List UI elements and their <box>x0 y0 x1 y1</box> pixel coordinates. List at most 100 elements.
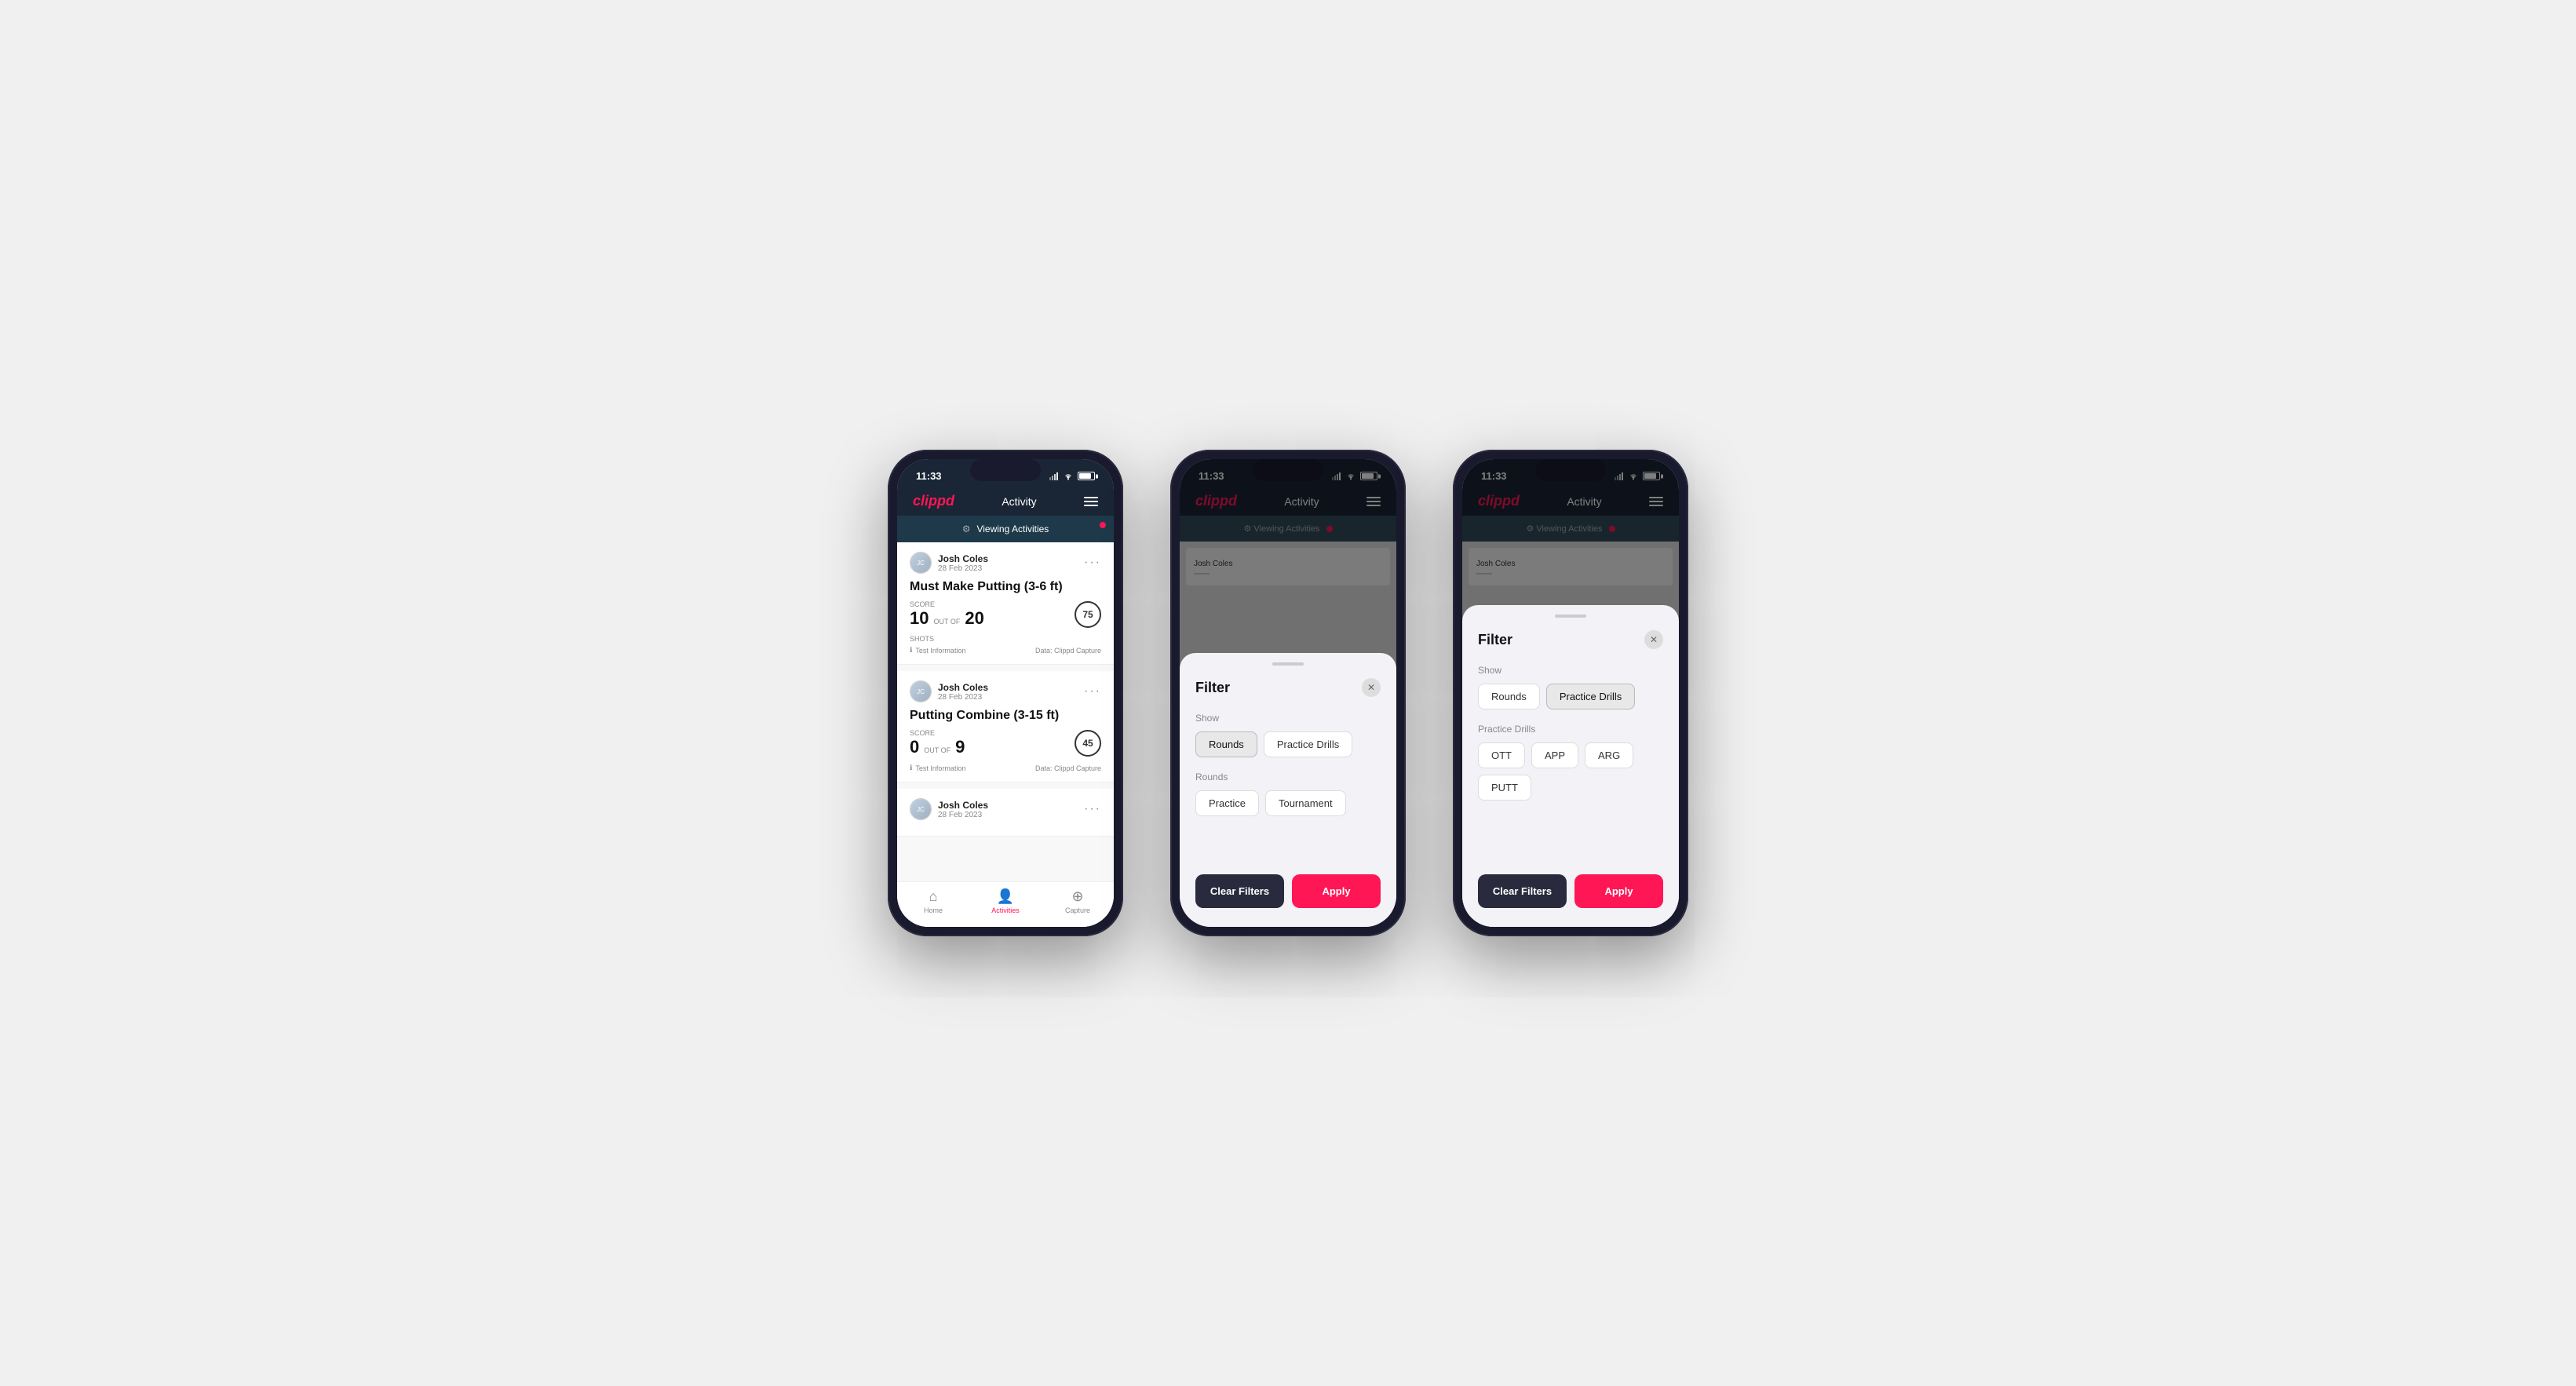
home-icon: ⌂ <box>929 888 938 905</box>
nav-bar-1: clippd Activity <box>897 487 1114 516</box>
nav-home[interactable]: ⌂ Home <box>897 888 969 914</box>
capture-icon: ⊕ <box>1071 888 1083 905</box>
rounds-chips-2: Practice Tournament <box>1195 790 1381 816</box>
battery-icon <box>1078 472 1095 480</box>
screen-1: 11:33 <box>897 459 1114 927</box>
phone-2: 11:33 <box>1170 450 1406 936</box>
filter-title-3: Filter <box>1478 632 1512 648</box>
drills-chips-3: OTT APP ARG PUTT <box>1478 742 1663 801</box>
activity-list: JC Josh Coles 28 Feb 2023 ··· Must Make … <box>897 542 1114 881</box>
score-value-1: 10 <box>910 608 929 629</box>
activity-card-1[interactable]: JC Josh Coles 28 Feb 2023 ··· Must Make … <box>897 542 1114 665</box>
sheet-handle-3 <box>1555 615 1586 618</box>
filter-overlay-3: Filter ✕ Show Rounds Practice Drills Pra… <box>1462 459 1679 927</box>
user-date-3: 28 Feb 2023 <box>938 811 988 819</box>
activity-title-2: Putting Combine (3-15 ft) <box>910 709 1101 723</box>
viewing-bar-text-1: Viewing Activities <box>976 523 1049 534</box>
nav-activities[interactable]: 👤 Activities <box>969 888 1042 914</box>
user-info-1: JC Josh Coles 28 Feb 2023 <box>910 552 988 574</box>
score-value-2: 0 <box>910 737 919 757</box>
viewing-bar-1[interactable]: ⚙ Viewing Activities <box>897 516 1114 542</box>
screen-3: 11:33 <box>1462 459 1679 927</box>
sheet-header-2: Filter ✕ <box>1195 678 1381 697</box>
rounds-chip-3[interactable]: Rounds <box>1478 684 1540 709</box>
tournament-chip-2[interactable]: Tournament <box>1265 790 1346 816</box>
apply-button-3[interactable]: Apply <box>1574 874 1663 908</box>
screen-2: 11:33 <box>1180 459 1396 927</box>
arg-chip-3[interactable]: ARG <box>1585 742 1633 768</box>
out-of-2: OUT OF <box>924 746 950 754</box>
show-chips-2: Rounds Practice Drills <box>1195 731 1381 757</box>
activities-icon: 👤 <box>997 888 1014 905</box>
user-name-1: Josh Coles <box>938 553 988 564</box>
user-info-2: JC Josh Coles 28 Feb 2023 <box>910 680 988 702</box>
activity-card-3[interactable]: JC Josh Coles 28 Feb 2023 ··· <box>897 789 1114 837</box>
activity-card-2[interactable]: JC Josh Coles 28 Feb 2023 ··· Putting Co… <box>897 671 1114 782</box>
card-footer-1: ℹ Test Information Data: Clippd Capture <box>910 646 1101 655</box>
clear-filters-button-2[interactable]: Clear Filters <box>1195 874 1284 908</box>
user-date-1: 28 Feb 2023 <box>938 564 988 573</box>
scene: 11:33 <box>841 403 1735 983</box>
filter-title-2: Filter <box>1195 680 1230 696</box>
more-button-3[interactable]: ··· <box>1084 802 1101 816</box>
wifi-icon <box>1063 472 1074 480</box>
shot-quality-badge-2: 45 <box>1075 730 1101 757</box>
user-name-2: Josh Coles <box>938 682 988 693</box>
phone-3: 11:33 <box>1453 450 1688 936</box>
user-name-3: Josh Coles <box>938 800 988 811</box>
more-button-2[interactable]: ··· <box>1084 684 1101 698</box>
close-button-2[interactable]: ✕ <box>1362 678 1381 697</box>
filter-actions-3: Clear Filters Apply <box>1478 874 1663 908</box>
show-chips-3: Rounds Practice Drills <box>1478 684 1663 709</box>
nav-capture-label: Capture <box>1065 906 1090 914</box>
test-info-1: ℹ Test Information <box>910 646 965 655</box>
putt-chip-3[interactable]: PUTT <box>1478 775 1531 801</box>
card-header-3: JC Josh Coles 28 Feb 2023 ··· <box>910 798 1101 820</box>
signal-icon <box>1049 472 1059 480</box>
shot-quality-badge-1: 75 <box>1075 601 1101 628</box>
close-button-3[interactable]: ✕ <box>1644 630 1663 649</box>
dynamic-island-1 <box>970 459 1041 481</box>
test-info-2: ℹ Test Information <box>910 764 965 772</box>
apply-button-2[interactable]: Apply <box>1292 874 1381 908</box>
filter-icon-1: ⚙ <box>962 523 971 534</box>
shots-value-1: 20 <box>965 608 983 629</box>
phone-1: 11:33 <box>888 450 1123 936</box>
avatar-3: JC <box>910 798 932 820</box>
menu-button-1[interactable] <box>1084 497 1098 506</box>
out-of-1: OUT OF <box>933 618 960 626</box>
practice-drills-chip-2[interactable]: Practice Drills <box>1264 731 1352 757</box>
app-chip-3[interactable]: APP <box>1531 742 1578 768</box>
rounds-label-2: Rounds <box>1195 771 1381 782</box>
sheet-header-3: Filter ✕ <box>1478 630 1663 649</box>
score-label-1: Score <box>910 600 984 608</box>
rounds-chip-2[interactable]: Rounds <box>1195 731 1257 757</box>
activity-title-1: Must Make Putting (3-6 ft) <box>910 580 1101 594</box>
nav-title-1: Activity <box>1002 495 1036 508</box>
practice-drills-chip-3[interactable]: Practice Drills <box>1546 684 1635 709</box>
more-button-1[interactable]: ··· <box>1084 556 1101 570</box>
avatar-2: JC <box>910 680 932 702</box>
drills-label-3: Practice Drills <box>1478 724 1663 735</box>
ott-chip-3[interactable]: OTT <box>1478 742 1525 768</box>
show-label-3: Show <box>1478 665 1663 676</box>
score-label-2: Score <box>910 729 965 737</box>
nav-home-label: Home <box>924 906 943 914</box>
card-footer-2: ℹ Test Information Data: Clippd Capture <box>910 764 1101 772</box>
show-label-2: Show <box>1195 713 1381 724</box>
user-info-3: JC Josh Coles 28 Feb 2023 <box>910 798 988 820</box>
card-header-1: JC Josh Coles 28 Feb 2023 ··· <box>910 552 1101 574</box>
card-header-2: JC Josh Coles 28 Feb 2023 ··· <box>910 680 1101 702</box>
data-source-1: Data: Clippd Capture <box>1035 647 1101 655</box>
avatar-1: JC <box>910 552 932 574</box>
shots-value-2: 9 <box>955 737 965 757</box>
filter-sheet-2: Filter ✕ Show Rounds Practice Drills Rou… <box>1180 653 1396 927</box>
logo-1: clippd <box>913 493 954 509</box>
nav-capture[interactable]: ⊕ Capture <box>1042 888 1114 914</box>
filter-sheet-3: Filter ✕ Show Rounds Practice Drills Pra… <box>1462 605 1679 927</box>
data-source-2: Data: Clippd Capture <box>1035 764 1101 772</box>
shots-label-1: Shots <box>910 635 1101 643</box>
sheet-handle-2 <box>1272 662 1304 666</box>
practice-round-chip-2[interactable]: Practice <box>1195 790 1259 816</box>
clear-filters-button-3[interactable]: Clear Filters <box>1478 874 1567 908</box>
